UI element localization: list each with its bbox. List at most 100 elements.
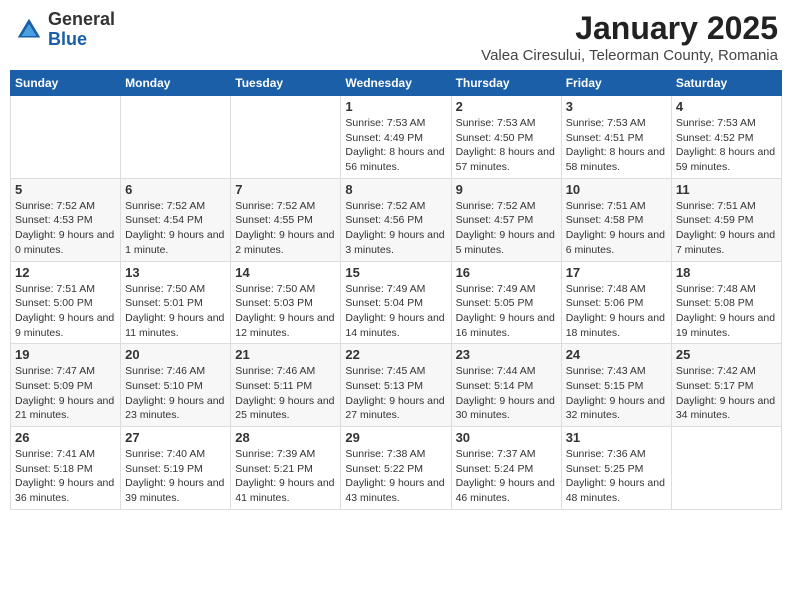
calendar-week-5: 26Sunrise: 7:41 AMSunset: 5:18 PMDayligh… [11, 427, 782, 510]
day-number: 31 [566, 430, 667, 445]
day-info: Daylight: 9 hours and 16 minutes. [456, 311, 557, 340]
day-info: Sunrise: 7:49 AM [345, 282, 446, 297]
calendar-cell: 24Sunrise: 7:43 AMSunset: 5:15 PMDayligh… [561, 344, 671, 427]
day-number: 12 [15, 265, 116, 280]
calendar-cell: 7Sunrise: 7:52 AMSunset: 4:55 PMDaylight… [231, 178, 341, 261]
day-info: Daylight: 9 hours and 27 minutes. [345, 394, 446, 423]
weekday-header-tuesday: Tuesday [231, 71, 341, 96]
calendar-cell [121, 96, 231, 179]
day-info: Daylight: 8 hours and 59 minutes. [676, 145, 777, 174]
day-number: 2 [456, 99, 557, 114]
day-info: Sunrise: 7:39 AM [235, 447, 336, 462]
day-info: Sunrise: 7:47 AM [15, 364, 116, 379]
day-info: Sunrise: 7:42 AM [676, 364, 777, 379]
day-info: Daylight: 9 hours and 3 minutes. [345, 228, 446, 257]
day-info: Daylight: 9 hours and 11 minutes. [125, 311, 226, 340]
day-info: Sunset: 5:10 PM [125, 379, 226, 394]
day-info: Daylight: 9 hours and 39 minutes. [125, 476, 226, 505]
weekday-header-wednesday: Wednesday [341, 71, 451, 96]
day-info: Sunrise: 7:53 AM [345, 116, 446, 131]
day-info: Sunrise: 7:40 AM [125, 447, 226, 462]
day-number: 1 [345, 99, 446, 114]
weekday-header-friday: Friday [561, 71, 671, 96]
calendar-cell: 23Sunrise: 7:44 AMSunset: 5:14 PMDayligh… [451, 344, 561, 427]
day-info: Sunset: 5:17 PM [676, 379, 777, 394]
day-info: Sunset: 4:58 PM [566, 213, 667, 228]
day-info: Daylight: 9 hours and 46 minutes. [456, 476, 557, 505]
day-info: Sunset: 4:54 PM [125, 213, 226, 228]
day-info: Daylight: 9 hours and 1 minute. [125, 228, 226, 257]
title-area: January 2025 Valea Ciresului, Teleorman … [481, 10, 778, 64]
day-info: Daylight: 9 hours and 19 minutes. [676, 311, 777, 340]
day-info: Daylight: 8 hours and 57 minutes. [456, 145, 557, 174]
weekday-header-sunday: Sunday [11, 71, 121, 96]
day-info: Daylight: 9 hours and 7 minutes. [676, 228, 777, 257]
day-info: Daylight: 9 hours and 5 minutes. [456, 228, 557, 257]
day-info: Sunrise: 7:36 AM [566, 447, 667, 462]
day-info: Sunset: 4:49 PM [345, 131, 446, 146]
calendar-cell: 17Sunrise: 7:48 AMSunset: 5:06 PMDayligh… [561, 261, 671, 344]
day-number: 25 [676, 347, 777, 362]
day-info: Sunrise: 7:52 AM [345, 199, 446, 214]
day-info: Daylight: 8 hours and 58 minutes. [566, 145, 667, 174]
day-info: Sunrise: 7:53 AM [456, 116, 557, 131]
calendar-cell: 19Sunrise: 7:47 AMSunset: 5:09 PMDayligh… [11, 344, 121, 427]
day-info: Sunrise: 7:50 AM [125, 282, 226, 297]
calendar-cell: 25Sunrise: 7:42 AMSunset: 5:17 PMDayligh… [671, 344, 781, 427]
calendar-cell: 31Sunrise: 7:36 AMSunset: 5:25 PMDayligh… [561, 427, 671, 510]
day-info: Sunset: 5:19 PM [125, 462, 226, 477]
day-number: 17 [566, 265, 667, 280]
day-number: 28 [235, 430, 336, 445]
day-number: 19 [15, 347, 116, 362]
day-info: Sunrise: 7:38 AM [345, 447, 446, 462]
day-info: Sunrise: 7:48 AM [676, 282, 777, 297]
calendar-week-2: 5Sunrise: 7:52 AMSunset: 4:53 PMDaylight… [11, 178, 782, 261]
calendar-cell: 26Sunrise: 7:41 AMSunset: 5:18 PMDayligh… [11, 427, 121, 510]
calendar-cell: 5Sunrise: 7:52 AMSunset: 4:53 PMDaylight… [11, 178, 121, 261]
day-info: Daylight: 8 hours and 56 minutes. [345, 145, 446, 174]
day-info: Sunset: 5:08 PM [676, 296, 777, 311]
day-info: Sunrise: 7:41 AM [15, 447, 116, 462]
day-info: Sunrise: 7:46 AM [235, 364, 336, 379]
calendar-cell: 14Sunrise: 7:50 AMSunset: 5:03 PMDayligh… [231, 261, 341, 344]
day-info: Sunrise: 7:53 AM [566, 116, 667, 131]
logo: General Blue [14, 10, 115, 50]
day-info: Sunset: 4:55 PM [235, 213, 336, 228]
day-info: Sunset: 4:53 PM [15, 213, 116, 228]
day-info: Daylight: 9 hours and 30 minutes. [456, 394, 557, 423]
day-info: Sunset: 5:13 PM [345, 379, 446, 394]
day-info: Sunrise: 7:45 AM [345, 364, 446, 379]
day-info: Sunrise: 7:44 AM [456, 364, 557, 379]
day-info: Sunrise: 7:52 AM [456, 199, 557, 214]
calendar-cell: 8Sunrise: 7:52 AMSunset: 4:56 PMDaylight… [341, 178, 451, 261]
day-number: 21 [235, 347, 336, 362]
calendar-cell: 28Sunrise: 7:39 AMSunset: 5:21 PMDayligh… [231, 427, 341, 510]
day-number: 10 [566, 182, 667, 197]
calendar-cell: 10Sunrise: 7:51 AMSunset: 4:58 PMDayligh… [561, 178, 671, 261]
logo-blue-text: Blue [48, 30, 115, 50]
calendar-cell: 13Sunrise: 7:50 AMSunset: 5:01 PMDayligh… [121, 261, 231, 344]
day-info: Sunrise: 7:51 AM [676, 199, 777, 214]
day-number: 26 [15, 430, 116, 445]
day-info: Daylight: 9 hours and 32 minutes. [566, 394, 667, 423]
day-info: Sunset: 5:11 PM [235, 379, 336, 394]
calendar-cell [231, 96, 341, 179]
calendar-cell: 9Sunrise: 7:52 AMSunset: 4:57 PMDaylight… [451, 178, 561, 261]
calendar-cell: 29Sunrise: 7:38 AMSunset: 5:22 PMDayligh… [341, 427, 451, 510]
day-info: Sunset: 4:57 PM [456, 213, 557, 228]
day-info: Daylight: 9 hours and 43 minutes. [345, 476, 446, 505]
calendar-cell: 3Sunrise: 7:53 AMSunset: 4:51 PMDaylight… [561, 96, 671, 179]
calendar-cell: 21 Sunrise: 7:46 AMSunset: 5:11 PMDayligh… [231, 344, 341, 427]
calendar-cell: 27Sunrise: 7:40 AMSunset: 5:19 PMDayligh… [121, 427, 231, 510]
day-info: Sunrise: 7:37 AM [456, 447, 557, 462]
day-number: 7 [235, 182, 336, 197]
calendar-cell: 6Sunrise: 7:52 AMSunset: 4:54 PMDaylight… [121, 178, 231, 261]
day-info: Daylight: 9 hours and 41 minutes. [235, 476, 336, 505]
calendar-cell: 30Sunrise: 7:37 AMSunset: 5:24 PMDayligh… [451, 427, 561, 510]
day-info: Sunset: 5:25 PM [566, 462, 667, 477]
day-info: Sunset: 4:52 PM [676, 131, 777, 146]
calendar-table: SundayMondayTuesdayWednesdayThursdayFrid… [10, 70, 782, 510]
calendar-cell [671, 427, 781, 510]
day-info: Daylight: 9 hours and 25 minutes. [235, 394, 336, 423]
day-info: Sunrise: 7:48 AM [566, 282, 667, 297]
